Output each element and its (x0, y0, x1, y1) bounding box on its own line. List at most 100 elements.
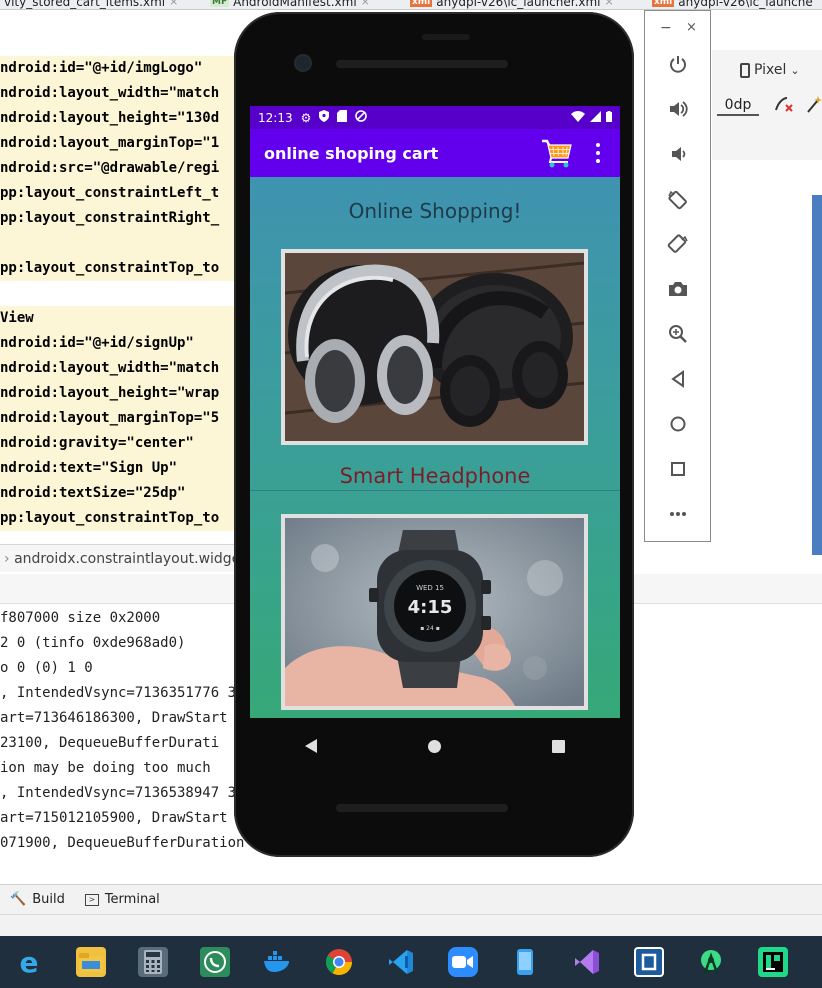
back-icon[interactable] (665, 366, 691, 392)
whatsapp-icon[interactable] (200, 947, 230, 977)
nav-overview-icon[interactable] (551, 739, 565, 753)
android-status-bar: 12:13 ⚙ (250, 106, 620, 129)
code-line (0, 231, 240, 256)
xml-file-icon: xml (652, 0, 675, 7)
code-line: pp:layout_constraintTop_to (0, 256, 240, 281)
bottom-speaker (336, 804, 508, 812)
code-line: ndroid:id="@+id/imgLogo" (0, 56, 240, 81)
svg-text:▪ 24 ▪: ▪ 24 ▪ (420, 625, 440, 632)
camera-icon[interactable] (665, 276, 691, 302)
code-line: ndroid:layout_width="match (0, 356, 240, 381)
terminal-tool-button[interactable]: > Terminal (84, 892, 160, 907)
chrome-icon[interactable] (324, 947, 354, 977)
close-icon[interactable]: × (361, 0, 370, 8)
code-line: ndroid:layout_marginTop="1 (0, 131, 240, 156)
terminal-icon: > (84, 893, 99, 906)
rotate-right-icon[interactable] (665, 231, 691, 257)
editor-tab[interactable]: xml anydpi-v26\ic_launcher.xml × (410, 0, 614, 9)
tab-label: vity_stored_cart_items.xml (4, 0, 166, 9)
terminal-app-icon[interactable] (634, 947, 664, 977)
volume-up-icon[interactable] (665, 96, 691, 122)
code-line: ndroid:id="@+id/signUp" (0, 331, 240, 356)
product-list[interactable]: Online Shopping! Smart Headphone 4:15 WE… (250, 177, 620, 718)
tab-label: anydpi-v26\ic_launcher.xml (436, 0, 601, 9)
editor-tab[interactable]: xml anydpi-v26\ic_launche (652, 0, 813, 9)
wifi-icon (571, 110, 585, 125)
code-editor[interactable]: ndroid:id="@+id/imgLogo" ndroid:layout_w… (0, 50, 240, 540)
device-selector-label: Pixel (754, 62, 787, 78)
phone-link-icon[interactable] (510, 947, 540, 977)
build-label: Build (32, 892, 65, 907)
manifest-file-icon: MF (210, 0, 230, 7)
device-screen[interactable]: 12:13 ⚙ online shoping cart Online Shopp… (250, 106, 620, 718)
taskbar: e (0, 936, 822, 988)
status-time: 12:13 (258, 110, 293, 125)
zoom-icon[interactable] (665, 321, 691, 347)
product-image-card[interactable]: 4:15 WED 15 ▪ 24 ▪ (281, 514, 588, 710)
product-image-card[interactable] (281, 249, 588, 445)
no-sync-icon (355, 110, 368, 125)
editor-tab[interactable]: MF AndroidManifest.xml × (210, 0, 370, 9)
shield-icon (319, 110, 330, 125)
shopping-cart-icon[interactable] (540, 137, 574, 169)
nav-home-icon[interactable] (427, 739, 441, 753)
tool-window-bar: 🔨 Build > Terminal (0, 884, 822, 914)
app-toolbar: online shoping cart (250, 129, 620, 177)
close-icon[interactable]: × (169, 0, 178, 8)
home-icon[interactable] (665, 411, 691, 437)
terminal-label: Terminal (104, 892, 160, 907)
code-line: ndroid:layout_height="130d (0, 106, 240, 131)
vscode-icon[interactable] (386, 947, 416, 977)
tab-label: AndroidManifest.xml (233, 0, 357, 9)
nav-back-icon[interactable] (305, 739, 318, 753)
close-button[interactable]: × (686, 20, 697, 35)
code-line: ndroid:layout_marginTop="5 (0, 406, 240, 431)
magic-wand-icon[interactable] (806, 94, 822, 118)
rotate-left-icon[interactable] (665, 186, 691, 212)
file-explorer-icon[interactable] (76, 947, 106, 977)
pycharm-icon[interactable] (758, 947, 788, 977)
calculator-icon[interactable] (138, 947, 168, 977)
code-line: ndroid:src="@drawable/regi (0, 156, 240, 181)
hammer-icon: 🔨 (10, 892, 27, 907)
margin-dp-field[interactable]: 0dp (717, 94, 759, 116)
code-line: View (0, 306, 240, 331)
settings-icon: ⚙ (300, 110, 312, 125)
zoom-app-icon[interactable] (448, 947, 478, 977)
minimize-button[interactable]: − (660, 20, 672, 36)
code-line: ndroid:layout_height="wrap (0, 381, 240, 406)
earpiece-speaker (336, 60, 508, 68)
editor-tab-bar: vity_stored_cart_items.xml × MF AndroidMan… (0, 0, 822, 10)
power-icon[interactable] (665, 51, 691, 77)
product-name: Smart Headphone (339, 464, 531, 488)
visual-studio-icon[interactable] (572, 947, 602, 977)
divider (250, 490, 620, 491)
breadcrumb[interactable]: › androidx.constraintlayout.widget (0, 544, 240, 572)
docker-icon[interactable] (262, 947, 292, 977)
battery-icon (606, 110, 612, 125)
edge-icon[interactable]: e (14, 946, 44, 979)
close-icon[interactable]: × (605, 0, 614, 8)
overview-icon[interactable] (665, 456, 691, 482)
volume-down-icon[interactable] (665, 141, 691, 167)
clear-constraints-icon[interactable] (773, 94, 795, 118)
code-line: ndroid:textSize="25dp" (0, 481, 240, 506)
device-selector[interactable]: Pixel ⌄ (740, 58, 800, 82)
chevron-down-icon: ⌄ (790, 63, 800, 77)
android-studio-icon[interactable] (696, 947, 726, 977)
emulator-controls: − × (644, 10, 711, 542)
layout-preview-panel (812, 195, 822, 555)
svg-text:4:15: 4:15 (408, 597, 453, 618)
smartwatch-image: 4:15 WED 15 ▪ 24 ▪ (285, 518, 584, 706)
code-line: pp:layout_constraintTop_to (0, 506, 240, 531)
chevron-right-icon: › (4, 551, 15, 567)
dot (596, 143, 600, 147)
more-icon[interactable] (665, 501, 691, 527)
editor-tab[interactable]: vity_stored_cart_items.xml × (4, 0, 178, 9)
overflow-menu-icon[interactable] (594, 143, 602, 163)
signal-icon (590, 110, 601, 125)
breadcrumb-item[interactable]: androidx.constraintlayout.widget (14, 551, 240, 567)
build-tool-button[interactable]: 🔨 Build (10, 892, 65, 907)
tab-label: anydpi-v26\ic_launche (678, 0, 813, 9)
